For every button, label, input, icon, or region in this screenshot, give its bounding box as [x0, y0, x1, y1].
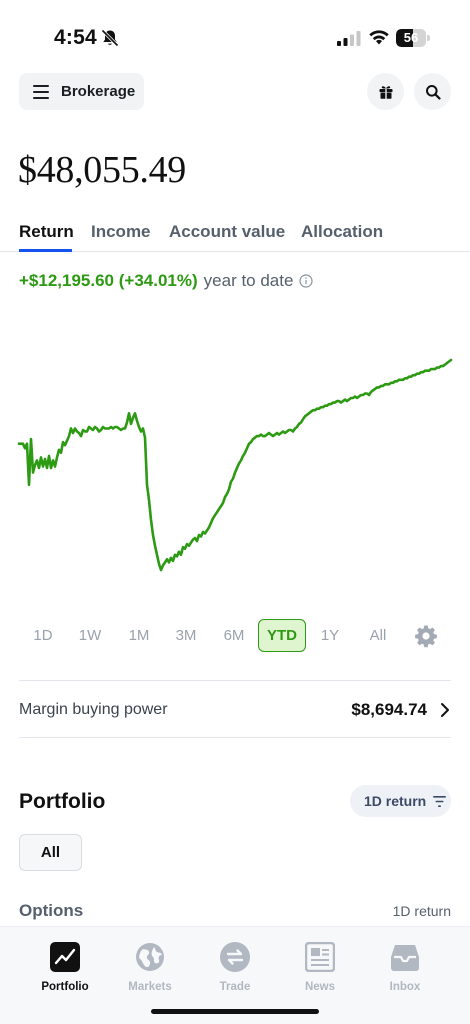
nav-label: Trade	[219, 981, 251, 993]
nav-inbox[interactable]: Inbox	[365, 942, 445, 1002]
sort-button[interactable]: 1D return	[350, 785, 451, 817]
portfolio-title: Portfolio	[19, 790, 106, 813]
globe-icon	[136, 943, 164, 971]
newspaper-icon	[305, 942, 335, 972]
time-range-selector: 1D 1W 1M 3M 6M YTD 1Y All	[19, 619, 451, 652]
options-return-label: 1D return	[392, 903, 451, 919]
margin-label: Margin buying power	[19, 701, 168, 718]
nav-news[interactable]: News	[280, 942, 360, 1002]
return-chart[interactable]	[0, 300, 470, 600]
cellular-signal-icon	[337, 31, 361, 46]
range-1w[interactable]: 1W	[75, 619, 105, 652]
filter-icon	[433, 795, 447, 807]
account-selector-label: Brokerage	[61, 83, 136, 100]
range-1y[interactable]: 1Y	[315, 619, 345, 652]
info-icon[interactable]	[299, 274, 314, 288]
inbox-icon	[391, 945, 419, 971]
swap-icon	[220, 942, 250, 972]
tab-income[interactable]: Income	[91, 222, 151, 242]
tab-allocation[interactable]: Allocation	[301, 222, 383, 242]
battery-icon: 56	[396, 29, 430, 47]
nav-portfolio[interactable]: Portfolio	[25, 942, 105, 1002]
return-period: year to date	[203, 271, 294, 290]
margin-buying-power-row[interactable]: Margin buying power $8,694.74	[19, 697, 451, 725]
account-value: $48,055.49	[18, 149, 187, 191]
tab-bar: Return Income Account value Allocation	[0, 218, 470, 252]
nav-label: Inbox	[389, 981, 421, 993]
options-section-header: Options 1D return	[19, 900, 451, 922]
filter-chip-all[interactable]: All	[19, 834, 82, 871]
range-all[interactable]: All	[363, 619, 393, 652]
status-time: 4:54	[54, 26, 97, 49]
options-label: Options	[19, 901, 84, 920]
search-button[interactable]	[414, 73, 451, 110]
range-1m[interactable]: 1M	[124, 619, 154, 652]
range-3m[interactable]: 3M	[171, 619, 201, 652]
gift-icon	[379, 85, 392, 99]
range-1d[interactable]: 1D	[28, 619, 58, 652]
active-tab-indicator	[19, 249, 72, 252]
wifi-icon	[369, 30, 389, 45]
bell-slash-icon	[101, 29, 119, 47]
margin-value: $8,694.74	[351, 700, 427, 719]
search-icon	[425, 84, 441, 100]
tab-account-value[interactable]: Account value	[169, 222, 285, 242]
range-6m[interactable]: 6M	[219, 619, 249, 652]
nav-label: Markets	[128, 981, 172, 993]
status-bar: 4:54 56	[0, 0, 470, 74]
tab-return[interactable]: Return	[19, 222, 74, 242]
gear-icon[interactable]	[414, 624, 438, 648]
nav-label: Portfolio	[41, 981, 89, 993]
battery-level: 56	[403, 30, 419, 45]
return-summary: +$12,195.60 (+34.01%) year to date	[19, 271, 314, 291]
gift-button[interactable]	[367, 73, 404, 110]
account-selector-button[interactable]: Brokerage	[19, 73, 144, 110]
range-ytd[interactable]: YTD	[258, 619, 306, 652]
chart-series-line	[17, 358, 453, 572]
chevron-right-icon	[441, 703, 449, 717]
nav-markets[interactable]: Markets	[110, 942, 190, 1002]
chart-line-icon	[50, 942, 80, 972]
nav-label: News	[304, 981, 336, 993]
sort-label: 1D return	[364, 793, 427, 809]
home-indicator	[151, 1009, 319, 1014]
nav-trade[interactable]: Trade	[195, 942, 275, 1002]
return-value: +$12,195.60 (+34.01%)	[19, 271, 198, 290]
divider	[19, 737, 451, 738]
menu-icon	[33, 84, 49, 99]
divider	[19, 680, 451, 681]
